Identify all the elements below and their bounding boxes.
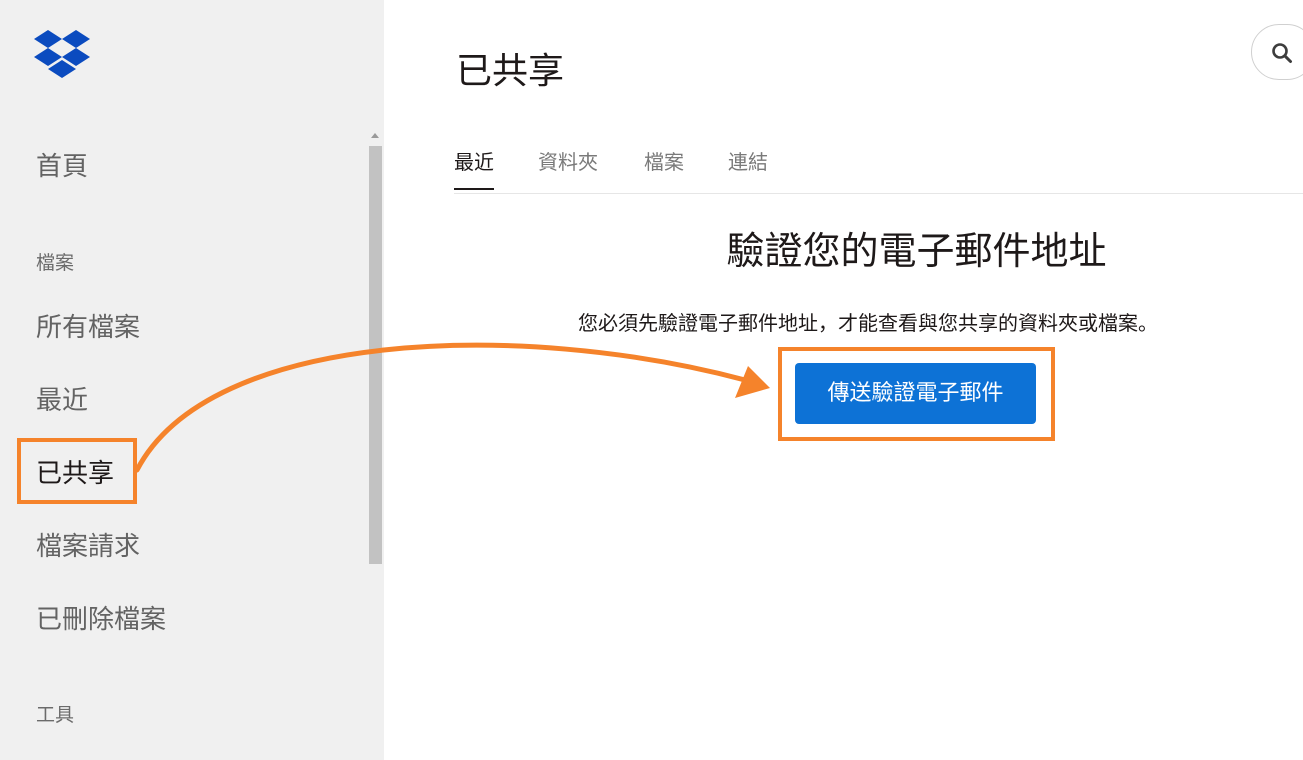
annotation-highlight-send-button — [778, 347, 1055, 441]
scroll-up-arrow-icon[interactable] — [371, 133, 379, 138]
tab-links[interactable]: 連結 — [728, 146, 768, 189]
sidebar-item-all-files[interactable]: 所有檔案 — [36, 307, 140, 344]
tab-files[interactable]: 檔案 — [644, 146, 684, 189]
tab-recent[interactable]: 最近 — [454, 146, 494, 190]
tab-folders[interactable]: 資料夾 — [538, 146, 598, 189]
verify-heading-row: 驗證您的電子郵件地址 — [0, 220, 1303, 275]
annotation-arrowhead-icon — [735, 366, 770, 398]
sidebar: 首頁 檔案 所有檔案 最近 已共享 檔案請求 已刪除檔案 工具 — [0, 0, 384, 760]
sidebar-item-deleted-files[interactable]: 已刪除檔案 — [36, 599, 166, 636]
sidebar-scrollbar-thumb[interactable] — [369, 146, 382, 564]
verify-description: 您必須先驗證電子郵件地址，才能查看與您共享的資料夾或檔案。 — [578, 311, 1158, 335]
app-root: 首頁 檔案 所有檔案 最近 已共享 檔案請求 已刪除檔案 工具 已共享 最近 資… — [0, 0, 1303, 760]
sidebar-section-tools: 工具 — [36, 704, 75, 726]
dropbox-logo[interactable] — [34, 30, 90, 78]
annotation-highlight-shared — [17, 438, 137, 504]
search-button[interactable] — [1251, 24, 1303, 80]
page-title: 已共享 — [456, 51, 565, 92]
sidebar-item-file-requests[interactable]: 檔案請求 — [36, 526, 140, 563]
tab-bar: 最近 資料夾 檔案 連結 — [454, 128, 1303, 194]
sidebar-item-recent[interactable]: 最近 — [36, 380, 88, 417]
verify-heading: 驗證您的電子郵件地址 — [726, 229, 1107, 273]
search-icon — [1272, 43, 1292, 63]
sidebar-item-home[interactable]: 首頁 — [36, 146, 88, 183]
